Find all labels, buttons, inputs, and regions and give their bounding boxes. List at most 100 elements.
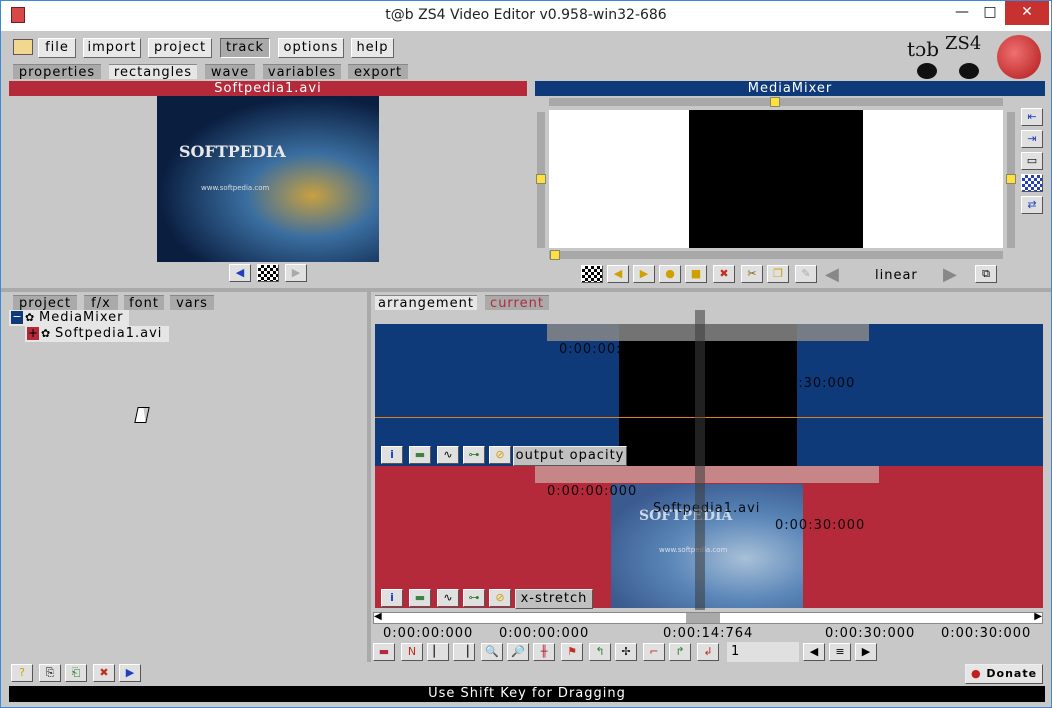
collapse-icon[interactable]: − [11, 311, 23, 324]
prev-key-button[interactable]: ◀ [607, 265, 629, 283]
link-button[interactable]: ⊶ [463, 589, 485, 607]
paw-icon: ✿ [41, 327, 51, 340]
tab-fx[interactable]: f/x [84, 295, 118, 311]
scroll-right-icon[interactable]: ▶ [1034, 611, 1042, 622]
menu-help[interactable]: help [351, 38, 394, 58]
export-icon[interactable]: ⎘ [39, 664, 61, 682]
frame-input[interactable]: 1 [727, 642, 799, 662]
tool-key-button[interactable]: ✂ [741, 265, 763, 283]
param-x-stretch[interactable]: x-stretch [515, 589, 593, 609]
ruler-time: 0:00:00:000 [499, 626, 590, 641]
h-handle[interactable] [770, 97, 780, 107]
tab-export[interactable]: export [348, 64, 408, 80]
trim-button[interactable]: ↲ [697, 643, 719, 661]
swap-button[interactable]: ⇄ [1021, 196, 1043, 214]
frame-prev-button[interactable]: ◀ [803, 643, 825, 661]
h-handle-bottom[interactable] [550, 250, 560, 260]
logo: tɔb ZS4 [901, 31, 1047, 81]
expand-icon[interactable]: + [27, 327, 39, 340]
mark-in-button[interactable]: ▏ [427, 643, 449, 661]
interp-left-arrow[interactable]: ◀ [825, 264, 839, 285]
tab-arrangement[interactable]: arrangement [375, 295, 477, 311]
delete-key-button[interactable]: ✖ [713, 265, 735, 283]
scroll-left-icon[interactable]: ◀ [374, 611, 382, 622]
play-icon[interactable]: ▶ [119, 664, 141, 682]
tree-item-softpedia[interactable]: + ✿ Softpedia1.avi [25, 326, 169, 342]
zoom-fit-button[interactable]: ⧉ [975, 265, 997, 283]
project-tree: − ✿ MediaMixer + ✿ Softpedia1.avi [9, 310, 367, 662]
rect-button[interactable]: ▭ [1021, 152, 1043, 170]
record-button[interactable]: ▬ [373, 643, 395, 661]
logo-text: tɔb [907, 37, 940, 61]
menu-file[interactable]: file [38, 38, 76, 58]
cut-button[interactable]: ╫ [533, 643, 555, 661]
square-key-button[interactable]: ■ [685, 265, 707, 283]
align-right-button[interactable]: ⇥ [1021, 130, 1043, 148]
param-button[interactable]: ⊘ [489, 589, 511, 607]
checker-bg-button[interactable] [1021, 174, 1043, 192]
wave-button[interactable]: ∿ [437, 446, 459, 464]
next-frame-button[interactable]: ▶ [285, 264, 307, 282]
folder-icon[interactable] [13, 39, 33, 55]
center-button[interactable]: ✢ [615, 643, 637, 661]
image-button[interactable]: ▬ [409, 446, 431, 464]
tab-project[interactable]: project [13, 295, 77, 311]
zoom-out-button[interactable]: 🔎 [507, 643, 529, 661]
checker-button[interactable] [581, 265, 603, 283]
info-button[interactable]: i [381, 589, 403, 607]
frame-next-button[interactable]: ▶ [855, 643, 877, 661]
import-icon[interactable]: ⎗ [65, 664, 87, 682]
wave-button[interactable]: ∿ [437, 589, 459, 607]
next-key-button[interactable]: ▶ [633, 265, 655, 283]
v-handle-left[interactable] [536, 174, 546, 184]
source-frame: SOFTPEDIA www.softpedia.com [157, 96, 379, 262]
param-output-opacity[interactable]: output opacity [513, 446, 627, 466]
go-start-button[interactable]: ↰ [589, 643, 611, 661]
v-handle-right[interactable] [1006, 174, 1016, 184]
prev-frame-button[interactable]: ◀ [229, 264, 251, 282]
maximize-button[interactable]: □ [973, 1, 1007, 25]
track-mediamixer[interactable]: 0:00:00:000 MediaMixer 0:00:30:000 i ▬ ∿… [375, 324, 1043, 466]
flag-button[interactable]: ⚑ [561, 643, 583, 661]
tree-item-mediamixer[interactable]: − ✿ MediaMixer [9, 310, 129, 326]
image-button[interactable]: ▬ [409, 589, 431, 607]
snap-button[interactable]: ⌐ [643, 643, 665, 661]
menu-options[interactable]: options [278, 38, 344, 58]
menu-import[interactable]: import [83, 38, 141, 58]
menu-track[interactable]: track [220, 38, 270, 58]
info-button[interactable]: i [381, 446, 403, 464]
help-icon[interactable]: ? [11, 664, 33, 682]
circle-key-button[interactable]: ● [659, 265, 681, 283]
timeline-scrollbar[interactable]: ◀ ▶ [373, 611, 1043, 624]
tab-wave[interactable]: wave [205, 64, 255, 80]
link-button[interactable]: ⊶ [463, 446, 485, 464]
app-window: t@b ZS4 Video Editor v0.958-win32-686 — … [0, 0, 1052, 708]
mixer-hscroll-bottom[interactable] [549, 251, 1003, 259]
copy-key-button[interactable]: ❐ [767, 265, 789, 283]
mark-out-button[interactable]: ▕ [453, 643, 475, 661]
tab-properties[interactable]: properties [13, 64, 101, 80]
mixer-title: MediaMixer [535, 81, 1045, 96]
go-end-button[interactable]: ↱ [669, 643, 691, 661]
donate-button[interactable]: ● Donate [965, 664, 1043, 684]
scroll-thumb[interactable] [686, 613, 720, 623]
align-left-button[interactable]: ⇤ [1021, 108, 1043, 126]
delete-icon[interactable]: ✖ [93, 664, 115, 682]
zoom-in-button[interactable]: 🔍 [481, 643, 503, 661]
tab-rectangles[interactable]: rectangles [109, 64, 197, 80]
menu-project[interactable]: project [148, 38, 212, 58]
split-button[interactable]: N [401, 643, 423, 661]
tab-font[interactable]: font [124, 295, 164, 311]
track-softpedia[interactable]: SOFTPEDIA www.softpedia.com 0:00:00:000 … [375, 466, 1043, 609]
edit-key-button[interactable]: ✎ [795, 265, 817, 283]
frame-equal-button[interactable]: ≡ [829, 643, 851, 661]
interp-value: linear [875, 268, 918, 283]
param-button[interactable]: ⊘ [489, 446, 511, 464]
checker-button[interactable] [257, 264, 279, 282]
interp-right-arrow[interactable]: ▶ [943, 264, 957, 285]
tab-current[interactable]: current [485, 295, 549, 311]
tab-vars[interactable]: vars [170, 295, 214, 311]
tab-variables[interactable]: variables [263, 64, 341, 80]
close-button[interactable]: ✕ [1005, 1, 1049, 25]
playhead[interactable] [695, 310, 705, 610]
